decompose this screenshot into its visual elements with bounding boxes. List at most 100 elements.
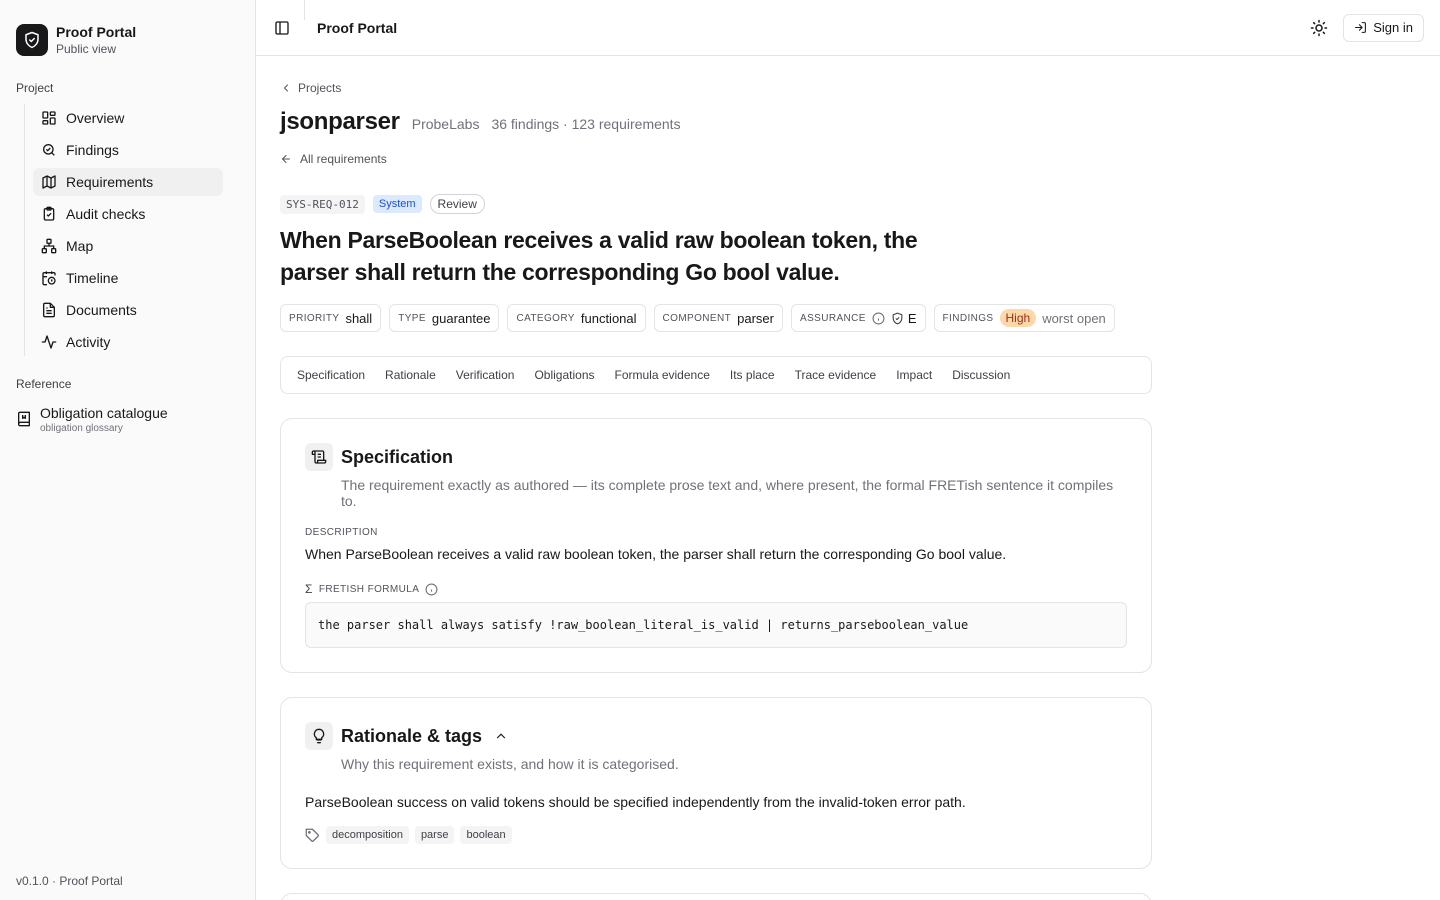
reference-title: Obligation catalogue bbox=[40, 405, 168, 421]
sidebar-item-label: Overview bbox=[66, 110, 125, 126]
card-title: Specification bbox=[341, 446, 454, 467]
category-chip: CATEGORY functional bbox=[507, 304, 646, 332]
project-stats: 36 findings · 123 requirements bbox=[491, 116, 681, 132]
chevron-up-icon bbox=[496, 733, 506, 739]
topbar-title: Proof Portal bbox=[317, 19, 398, 36]
chip-value: worst open bbox=[1042, 310, 1106, 326]
sidebar-toggle-button[interactable] bbox=[272, 18, 292, 38]
collapse-button[interactable] bbox=[494, 729, 508, 743]
requirement-badges: SYS-REQ-012 System Review bbox=[280, 194, 1152, 214]
project-header: jsonparser ProbeLabs 36 findings · 123 r… bbox=[280, 108, 1152, 136]
severity-badge: High bbox=[999, 309, 1037, 327]
findings-chip[interactable]: FINDINGS High worst open bbox=[933, 304, 1115, 332]
sidebar-item-map[interactable]: Map bbox=[33, 232, 223, 260]
tag[interactable]: parse bbox=[414, 826, 455, 844]
assurance-chip: ASSURANCE E bbox=[791, 304, 926, 332]
sidebar-item-timeline[interactable]: Timeline bbox=[33, 264, 223, 292]
sidebar: Proof Portal Public view Project Overvie… bbox=[0, 0, 256, 900]
map-icon bbox=[42, 175, 56, 189]
activity-icon bbox=[41, 335, 57, 349]
sidebar-item-activity[interactable]: Activity bbox=[33, 328, 223, 356]
clipboard-check-icon bbox=[43, 206, 55, 221]
sidebar-item-obligation-catalogue[interactable]: Obligation catalogue obligation glossary bbox=[0, 396, 255, 435]
all-requirements-link[interactable]: All requirements bbox=[280, 152, 1152, 166]
tag[interactable]: boolean bbox=[460, 826, 512, 844]
divider bbox=[304, 0, 305, 20]
file-text-icon bbox=[43, 302, 55, 318]
sidebar-item-label: Requirements bbox=[66, 174, 154, 190]
component-chip: COMPONENT parser bbox=[653, 304, 783, 332]
shield-logo-icon bbox=[16, 24, 48, 56]
shield-check-icon bbox=[892, 312, 903, 324]
sidebar-footer: v0.1.0 · Proof Portal bbox=[16, 874, 123, 888]
description-text: When ParseBoolean receives a valid raw b… bbox=[305, 546, 1007, 562]
sidebar-item-documents[interactable]: Documents bbox=[33, 296, 223, 324]
tab-rationale[interactable]: Rationale bbox=[385, 368, 436, 382]
sidebar-item-label: Map bbox=[66, 238, 94, 254]
sidebar-item-label: Timeline bbox=[66, 270, 119, 286]
chip-key: COMPONENT bbox=[662, 312, 732, 324]
section-label-project: Project bbox=[16, 81, 54, 95]
grid-icon bbox=[42, 111, 56, 125]
info-icon[interactable] bbox=[872, 312, 885, 325]
level-badge: System bbox=[372, 195, 422, 213]
chip-key: FINDINGS bbox=[942, 312, 994, 324]
specification-card: Specification The requirement exactly as… bbox=[280, 418, 1152, 673]
info-icon[interactable] bbox=[425, 583, 438, 596]
sign-in-button[interactable]: Sign in bbox=[1343, 13, 1424, 42]
requirement-title: When ParseBoolean receives a valid raw b… bbox=[280, 227, 918, 285]
chip-value: shall bbox=[345, 310, 373, 326]
reference-subtitle: obligation glossary bbox=[40, 423, 123, 434]
sun-icon bbox=[1311, 19, 1328, 36]
sidebar-item-requirements[interactable]: Requirements bbox=[33, 168, 223, 196]
chip-value: parser bbox=[737, 310, 774, 326]
tab-impact[interactable]: Impact bbox=[896, 368, 932, 382]
calendar-clock-icon bbox=[42, 271, 56, 286]
sidebar-item-audit-checks[interactable]: Audit checks bbox=[33, 200, 223, 228]
requirement-meta: PRIORITY shall TYPE guarantee CATEGORY f… bbox=[280, 304, 1152, 332]
brand-subtitle: Public view bbox=[56, 41, 117, 56]
tab-specification[interactable]: Specification bbox=[297, 368, 365, 382]
topbar: Proof Portal Sign in bbox=[256, 0, 1440, 56]
chip-key: PRIORITY bbox=[289, 312, 340, 324]
tag-icon bbox=[305, 828, 319, 842]
sign-in-label: Sign in bbox=[1373, 20, 1413, 35]
tab-formula-evidence[interactable]: Formula evidence bbox=[615, 368, 710, 382]
chip-key: ASSURANCE bbox=[800, 312, 866, 324]
card-title: Rationale & tags bbox=[341, 725, 483, 746]
tab-obligations[interactable]: Obligations bbox=[534, 368, 594, 382]
tab-discussion[interactable]: Discussion bbox=[952, 368, 1010, 382]
brand[interactable]: Proof Portal Public view bbox=[0, 0, 255, 64]
chip-value: guarantee bbox=[431, 310, 491, 326]
chip-value: functional bbox=[580, 310, 637, 326]
brand-name: Proof Portal bbox=[56, 23, 137, 40]
sidebar-item-label: Activity bbox=[66, 334, 111, 350]
sidebar-item-findings[interactable]: Findings bbox=[33, 136, 223, 164]
card-description: Why this requirement exists, and how it … bbox=[341, 756, 679, 772]
priority-chip: PRIORITY shall bbox=[280, 304, 382, 332]
theme-toggle-button[interactable] bbox=[1303, 12, 1335, 44]
rationale-card: Rationale & tags Why this requirement ex… bbox=[280, 697, 1152, 869]
tag-list: decomposition parse boolean bbox=[305, 826, 1127, 844]
tab-its-place[interactable]: Its place bbox=[730, 368, 775, 382]
back-label: All requirements bbox=[300, 152, 387, 166]
chevron-left-icon bbox=[283, 84, 288, 92]
chip-value: E bbox=[907, 310, 917, 326]
log-in-icon bbox=[1355, 22, 1367, 33]
status-badge: Review bbox=[429, 194, 485, 214]
chip-key: TYPE bbox=[398, 312, 426, 324]
sidebar-item-overview[interactable]: Overview bbox=[33, 104, 223, 132]
tab-trace-evidence[interactable]: Trace evidence bbox=[795, 368, 877, 382]
rationale-text: ParseBoolean success on valid tokens sho… bbox=[305, 794, 966, 810]
sigma-icon: Σ bbox=[305, 582, 313, 596]
card-description: The requirement exactly as authored — it… bbox=[341, 477, 1114, 509]
tab-verification[interactable]: Verification bbox=[456, 368, 515, 382]
project-name: jsonparser bbox=[280, 108, 400, 135]
fretish-label-text: FRETISH FORMULA bbox=[318, 583, 420, 595]
tag[interactable]: decomposition bbox=[326, 826, 409, 844]
section-tabs: Specification Rationale Verification Obl… bbox=[280, 356, 1152, 394]
arrow-left-icon bbox=[281, 155, 290, 163]
panel-left-icon bbox=[275, 20, 289, 35]
breadcrumb-projects[interactable]: Projects bbox=[280, 80, 1152, 96]
sidebar-item-label: Findings bbox=[66, 142, 119, 158]
